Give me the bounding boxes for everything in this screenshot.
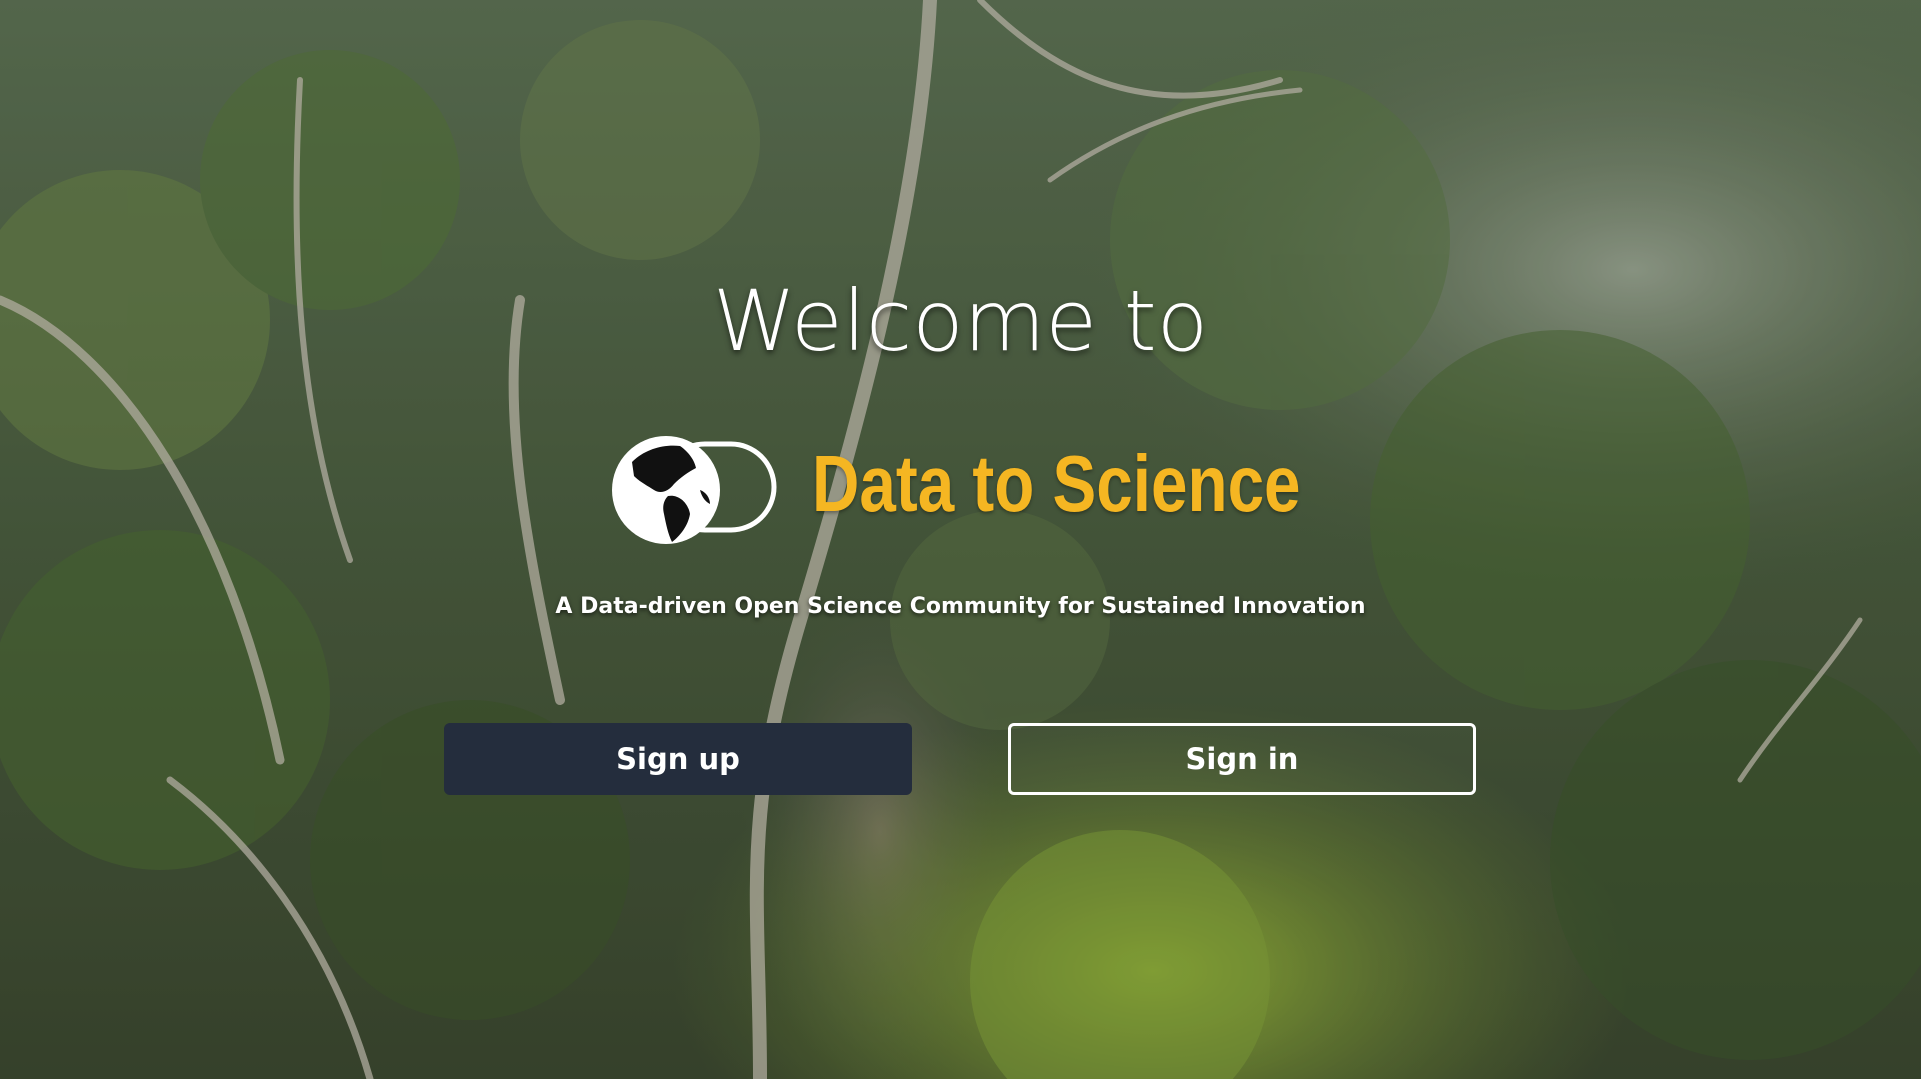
- brand-name: Data to Science: [812, 439, 1301, 528]
- globe-toggle-logo-icon: [612, 436, 777, 544]
- sign-up-button[interactable]: Sign up: [444, 723, 912, 795]
- sign-up-label: Sign up: [616, 742, 740, 776]
- hero-section: Welcome to Data to Science A Data-driven…: [0, 0, 1921, 1079]
- welcome-heading: Welcome to: [712, 272, 1209, 370]
- sign-in-label: Sign in: [1185, 742, 1299, 776]
- sign-in-button[interactable]: Sign in: [1008, 723, 1476, 795]
- tagline: A Data-driven Open Science Community for…: [555, 594, 1366, 619]
- landing-page: Welcome to Data to Science A Data-driven…: [0, 0, 1921, 1079]
